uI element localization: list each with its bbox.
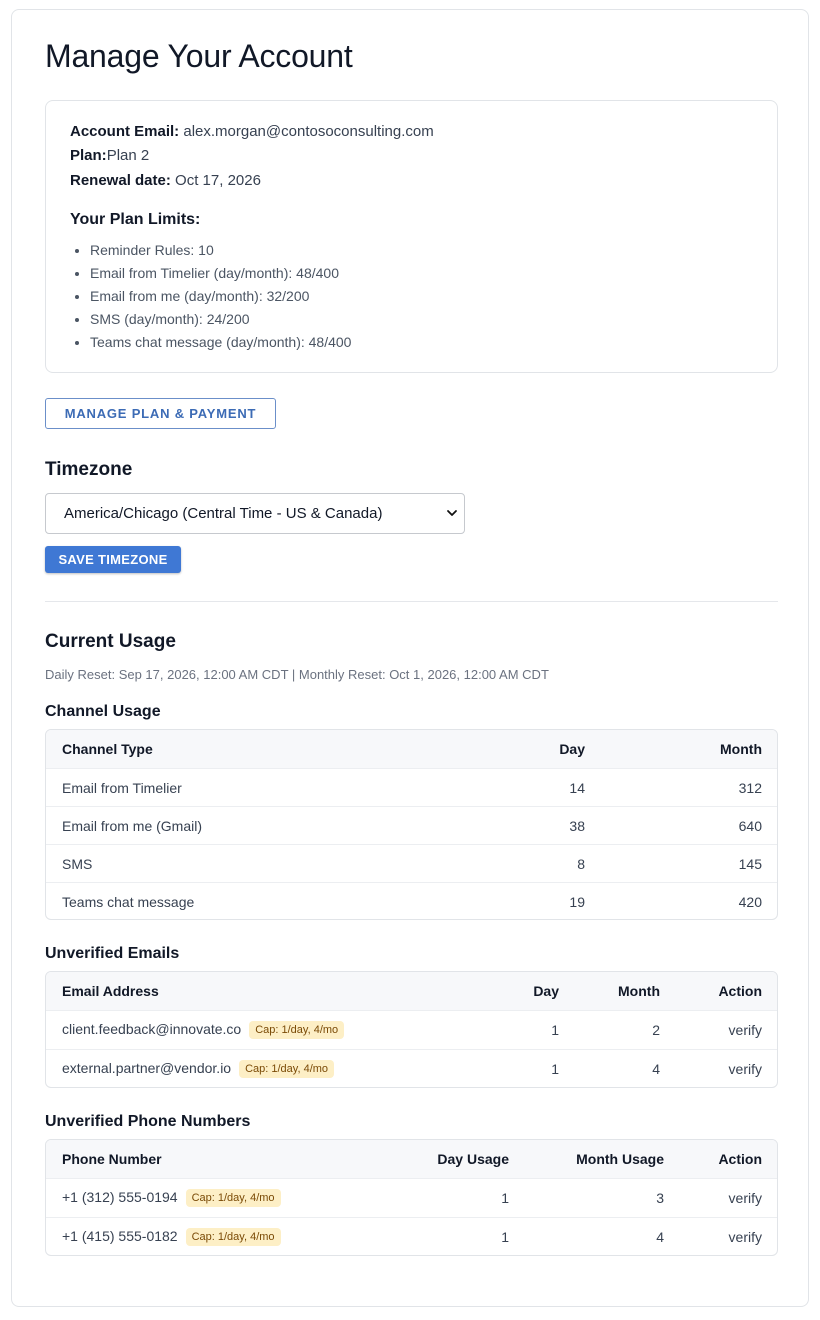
email-day: 1 xyxy=(551,1061,559,1077)
plan-line: Plan:Plan 2 xyxy=(70,147,149,164)
timezone-title: Timezone xyxy=(45,459,133,480)
table-row: Teams chat message 19 420 xyxy=(46,882,777,919)
section-divider xyxy=(45,601,778,602)
plan-value: Plan 2 xyxy=(106,147,150,164)
account-email-label: Account Email: xyxy=(70,123,180,140)
channel-month: 312 xyxy=(738,780,762,796)
channel-name: Teams chat message xyxy=(62,894,195,910)
account-email-line: Account Email: alex.morgan@contosoconsul… xyxy=(70,123,434,140)
email-month: 2 xyxy=(652,1022,660,1038)
column-header-month: Month xyxy=(720,741,762,757)
table-row: Email from Timelier 14 312 xyxy=(46,768,777,806)
channel-day: 8 xyxy=(577,856,585,872)
channel-day: 38 xyxy=(569,818,585,834)
table-header-row: Email Address Day Month Action xyxy=(46,972,777,1010)
cap-badge: Cap: 1/day, 4/mo xyxy=(185,1189,281,1207)
save-timezone-button[interactable]: SAVE TIMEZONE xyxy=(45,546,181,573)
manage-plan-payment-button[interactable]: MANAGE PLAN & PAYMENT xyxy=(45,398,276,429)
column-header-month-usage: Month Usage xyxy=(576,1151,664,1167)
channel-usage-table: Channel Type Day Month Email from Timeli… xyxy=(45,729,778,920)
email-address: external.partner@vendor.io xyxy=(62,1060,232,1076)
plan-limit-item: Email from Timelier (day/month): 48/400 xyxy=(90,262,351,285)
table-row: SMS 8 145 xyxy=(46,844,777,882)
email-month: 4 xyxy=(652,1061,660,1077)
channel-name: Email from Timelier xyxy=(62,780,182,796)
channel-month: 145 xyxy=(738,856,762,872)
renewal-label: Renewal date: xyxy=(70,172,171,189)
column-header-email-address: Email Address xyxy=(62,983,159,999)
renewal-value: Oct 17, 2026 xyxy=(175,172,261,189)
renewal-line: Renewal date: Oct 17, 2026 xyxy=(70,172,261,189)
plan-limits-list: Reminder Rules: 10 Email from Timelier (… xyxy=(70,239,351,354)
channel-month: 420 xyxy=(738,894,762,910)
column-header-day-usage: Day Usage xyxy=(437,1151,509,1167)
plan-limit-item: Email from me (day/month): 32/200 xyxy=(90,285,351,308)
account-info-box: Account Email: alex.morgan@contosoconsul… xyxy=(45,100,778,373)
plan-limit-item: Teams chat message (day/month): 48/400 xyxy=(90,331,351,354)
page-title: Manage Your Account xyxy=(45,38,353,74)
verify-email-link[interactable]: verify xyxy=(729,1022,762,1038)
phone-cell: +1 (415) 555-0182 Cap: 1/day, 4/mo xyxy=(62,1228,281,1246)
table-header-row: Phone Number Day Usage Month Usage Actio… xyxy=(46,1140,777,1178)
verify-phone-link[interactable]: verify xyxy=(729,1190,762,1206)
reset-times: Daily Reset: Sep 17, 2026, 12:00 AM CDT … xyxy=(45,667,549,682)
account-card: Manage Your Account Account Email: alex.… xyxy=(11,9,809,1307)
table-header-row: Channel Type Day Month xyxy=(46,730,777,768)
email-address: client.feedback@innovate.co xyxy=(62,1021,242,1037)
column-header-channel-type: Channel Type xyxy=(62,741,153,757)
plan-limit-item: SMS (day/month): 24/200 xyxy=(90,308,351,331)
unverified-emails-title: Unverified Emails xyxy=(45,945,180,962)
phone-day-usage: 1 xyxy=(501,1229,509,1245)
column-header-day: Day xyxy=(533,983,559,999)
channel-month: 640 xyxy=(738,818,762,834)
current-usage-title: Current Usage xyxy=(45,631,176,652)
channel-name: SMS xyxy=(62,856,93,872)
email-cell: external.partner@vendor.io Cap: 1/day, 4/… xyxy=(62,1060,335,1078)
column-header-phone-number: Phone Number xyxy=(62,1151,162,1167)
verify-email-link[interactable]: verify xyxy=(729,1061,762,1077)
channel-day: 19 xyxy=(569,894,585,910)
channel-day: 14 xyxy=(569,780,585,796)
email-cell: client.feedback@innovate.co Cap: 1/day, 4… xyxy=(62,1021,345,1039)
column-header-action: Action xyxy=(718,983,762,999)
table-row: Email from me (Gmail) 38 640 xyxy=(46,806,777,844)
table-row: external.partner@vendor.io Cap: 1/day, 4/… xyxy=(46,1049,777,1087)
unverified-emails-table: Email Address Day Month Action client.fe… xyxy=(45,971,778,1088)
phone-cell: +1 (312) 555-0194 Cap: 1/day, 4/mo xyxy=(62,1189,281,1207)
chevron-down-icon xyxy=(447,510,457,516)
phone-month-usage: 3 xyxy=(656,1190,664,1206)
plan-limit-item: Reminder Rules: 10 xyxy=(90,239,351,262)
email-day: 1 xyxy=(551,1022,559,1038)
column-header-month: Month xyxy=(618,983,660,999)
timezone-select[interactable]: America/Chicago (Central Time - US & Can… xyxy=(45,493,465,534)
verify-phone-link[interactable]: verify xyxy=(729,1229,762,1245)
plan-label: Plan: xyxy=(70,147,107,164)
table-row: +1 (312) 555-0194 Cap: 1/day, 4/mo 1 3 ve… xyxy=(46,1178,777,1217)
phone-number: +1 (312) 555-0194 xyxy=(62,1189,178,1205)
unverified-phones-title: Unverified Phone Numbers xyxy=(45,1113,251,1130)
timezone-selected-value: America/Chicago (Central Time - US & Can… xyxy=(64,505,383,522)
phone-number: +1 (415) 555-0182 xyxy=(62,1228,178,1244)
table-row: +1 (415) 555-0182 Cap: 1/day, 4/mo 1 4 ve… xyxy=(46,1217,777,1255)
channel-usage-title: Channel Usage xyxy=(45,703,161,720)
cap-badge: Cap: 1/day, 4/mo xyxy=(185,1228,281,1246)
unverified-phones-table: Phone Number Day Usage Month Usage Actio… xyxy=(45,1139,778,1256)
phone-day-usage: 1 xyxy=(501,1190,509,1206)
cap-badge: Cap: 1/day, 4/mo xyxy=(249,1021,345,1039)
cap-badge: Cap: 1/day, 4/mo xyxy=(239,1060,335,1078)
column-header-day: Day xyxy=(559,741,585,757)
plan-limits-title: Your Plan Limits: xyxy=(70,211,201,228)
account-email-value: alex.morgan@contosoconsulting.com xyxy=(183,123,434,140)
channel-name: Email from me (Gmail) xyxy=(62,818,203,834)
table-row: client.feedback@innovate.co Cap: 1/day, 4… xyxy=(46,1010,777,1049)
column-header-action: Action xyxy=(718,1151,762,1167)
phone-month-usage: 4 xyxy=(656,1229,664,1245)
